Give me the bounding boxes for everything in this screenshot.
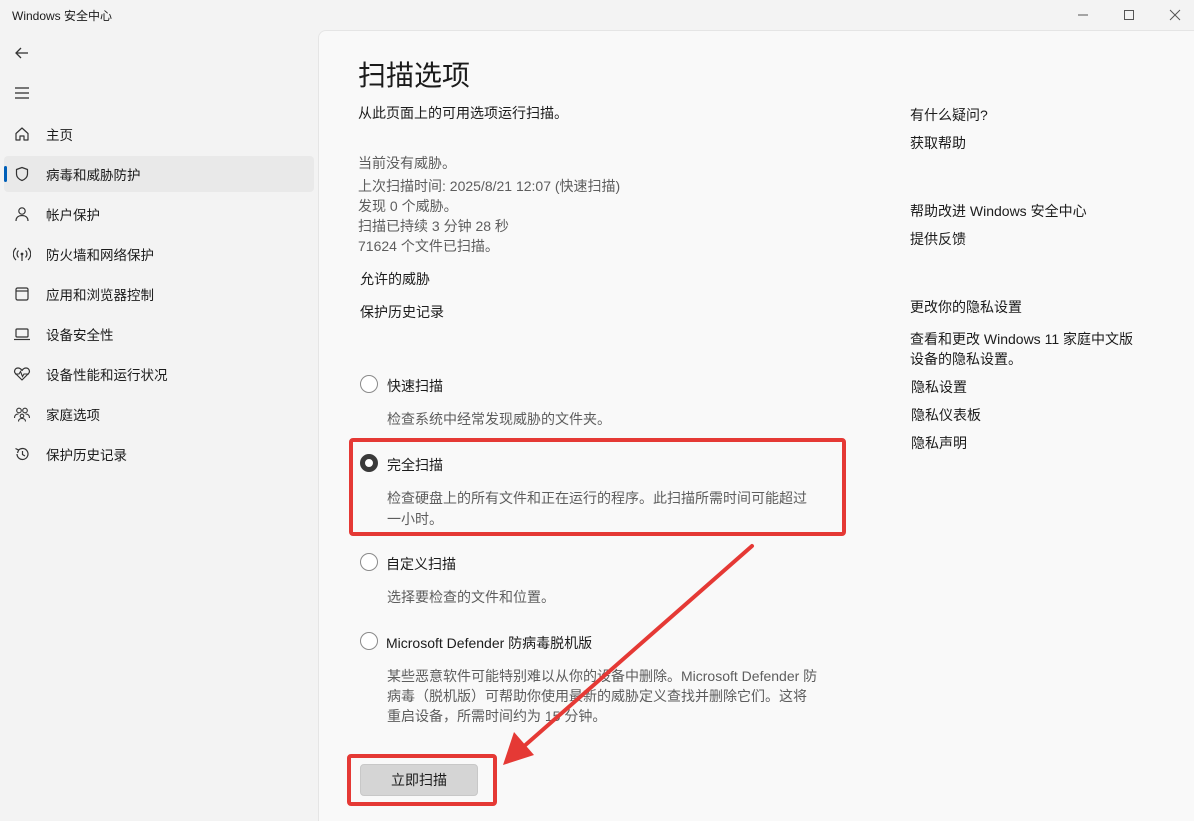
annotation-arrow <box>503 544 754 765</box>
